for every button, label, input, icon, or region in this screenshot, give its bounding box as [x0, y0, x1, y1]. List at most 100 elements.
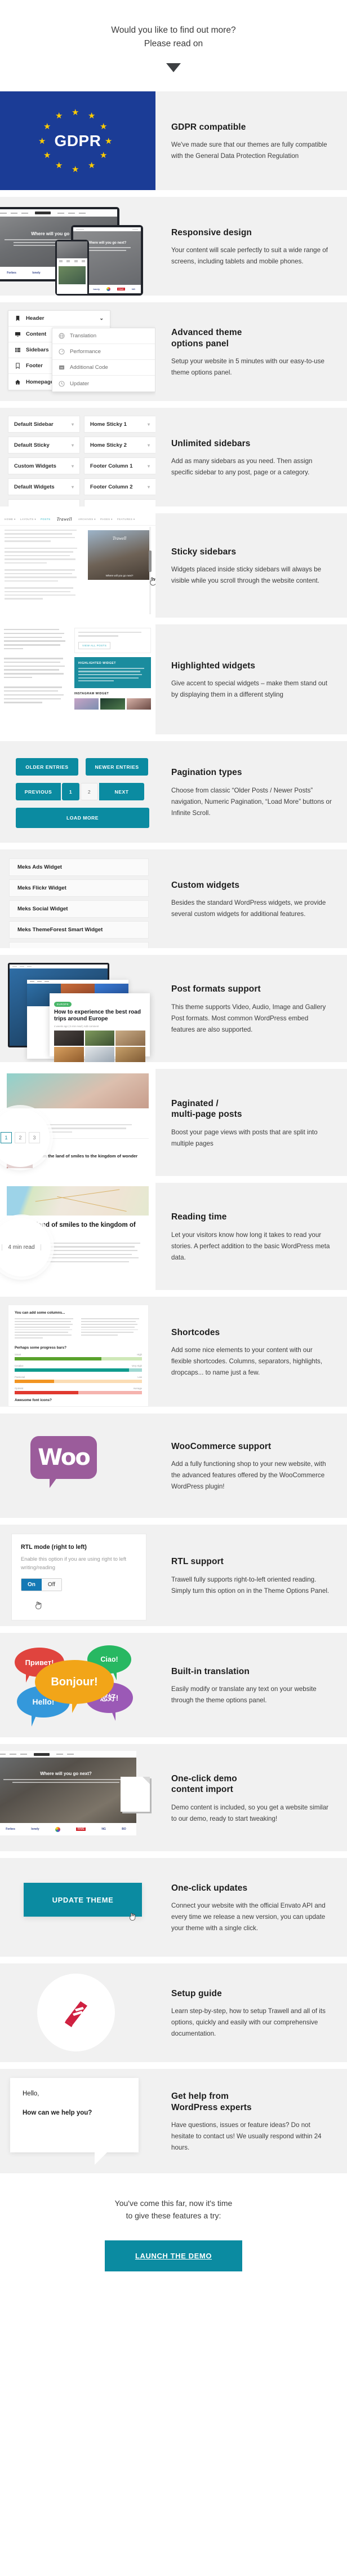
feature-desc: Boost your page views with posts that ar…	[171, 1128, 318, 1147]
sidebar-select[interactable]: Home Sticky 1 ▾	[84, 416, 155, 433]
svg-text:css: css	[60, 367, 64, 369]
outro-block: You've come this far, now it's time to g…	[0, 2173, 347, 2304]
update-theme-button[interactable]: UPDATE THEME	[24, 1883, 142, 1917]
feature-title: Built-in translation	[171, 1666, 250, 1676]
page-2-button[interactable]: 2	[15, 1132, 26, 1144]
feature-desc: Choose from classic “Older Posts / Newer…	[171, 786, 332, 817]
chevron-down-icon: ▾	[147, 484, 150, 490]
sidebar-label: Home Sticky 1	[90, 421, 127, 428]
feature-desc: Demo content is included, so you get a w…	[171, 1803, 329, 1822]
sidebar-select[interactable]: Default Sticky ▾	[8, 437, 80, 454]
feature-pagination-types: OLDER ENTRIES NEWER ENTRIES PREVIOUS 1 2…	[0, 741, 347, 843]
post-pagination: 1 2 3	[1, 1132, 40, 1144]
feature-desc: Trawell fully supports right-to-left ori…	[171, 1575, 330, 1595]
rtl-visual: RTL mode (right to left) Enable this opt…	[0, 1525, 155, 1627]
post-card-front: EUROPE How to experience the best road t…	[50, 993, 150, 1063]
feature-rtl-support: RTL mode (right to left) Enable this opt…	[0, 1525, 347, 1627]
rtl-text: RTL support Trawell fully supports right…	[155, 1525, 347, 1626]
paginated-posts-visual: RELATED POSTS ASIAFrom the land of smile…	[0, 1069, 155, 1177]
intro-line-1: Would you like to find out more?	[111, 25, 236, 35]
intro-line-2: Please read on	[144, 39, 203, 49]
older-entries-button[interactable]: OLDER ENTRIES	[16, 758, 78, 776]
submenu-item-translation[interactable]: Translation	[52, 328, 155, 345]
sidebar-label: Default Sticky	[14, 442, 50, 448]
feature-desc: Add a fully functioning shop to your new…	[171, 1460, 326, 1491]
page-1-button[interactable]: 1	[62, 783, 79, 801]
sidebar-label: Home Sticky 2	[90, 442, 127, 448]
shortcodes-text: Shortcodes Add some nice elements to you…	[155, 1297, 347, 1407]
updates-text: One-click updates Connect your website w…	[155, 1858, 347, 1957]
book-icon	[65, 2001, 87, 2028]
toggle-on-option[interactable]: On	[21, 1579, 42, 1591]
widget-list-item[interactable]: Meks Flickr Widget	[9, 879, 149, 897]
feature-desc: We've made sure that our themes are full…	[171, 141, 327, 160]
instagram-widget-title: INSTAGRAM WIDGET	[74, 692, 109, 695]
rtl-option-title: RTL mode (right to left)	[21, 1544, 87, 1551]
sidebar-select[interactable]	[84, 499, 155, 507]
submenu-item-updater[interactable]: Updater	[52, 376, 155, 391]
theme-options-submenu[interactable]: Translation Performance css Additional C…	[52, 328, 155, 393]
demo-import-text: One-click demo content import Demo conte…	[155, 1744, 347, 1851]
chevron-down-icon: ▾	[147, 463, 150, 469]
nav-active[interactable]: POSTS	[41, 518, 51, 521]
page-3-button[interactable]: 3	[29, 1132, 40, 1144]
menu-label: Footer	[26, 363, 43, 369]
feature-gdpr: ★ ★ ★ ★ ★ ★ ★ ★ ★ ★ ★ ★ GDPR GDPR compat…	[0, 91, 347, 191]
next-button[interactable]: NEXT	[99, 783, 144, 801]
widget-list-item[interactable]: Meks Social Widget	[9, 900, 149, 918]
chat-greeting: Hello,	[23, 2090, 39, 2098]
hero-headline: Where will you go next?	[40, 1771, 92, 1777]
feature-desc: Add some nice elements to your content w…	[171, 1346, 323, 1377]
sidebar-select[interactable]: Footer Column 1 ▾	[84, 457, 155, 475]
feature-desc: Add as many sidebars as you need. Then a…	[171, 457, 313, 477]
sidebar-select[interactable]	[8, 499, 80, 507]
feature-shortcodes: You can add some columns... Perhaps some…	[0, 1297, 347, 1407]
sidebar-select-grid: Default Sidebar ▾ Home Sticky 1 ▾ Default …	[8, 416, 155, 507]
hand-pointer-icon	[35, 1601, 42, 1609]
rtl-option-desc: Enable this option if you are using righ…	[21, 1556, 127, 1570]
css-icon: css	[59, 365, 65, 370]
gdpr-text: GDPR compatible We've made sure that our…	[155, 91, 347, 190]
feature-title: Setup guide	[171, 1988, 222, 1998]
feature-showcase-page: Would you like to find out more? Please …	[0, 0, 347, 2304]
post-meta: 4 weeks ago | 5 min read | Add comment	[54, 1025, 99, 1028]
highlighted-widgets-visual: VIEW ALL POSTS HIGHLIGHTED WIDGET INSTAG…	[0, 624, 155, 735]
highlighted-widgets-text: Highlighted widgets Give accent to speci…	[155, 624, 347, 734]
eu-flag: ★ ★ ★ ★ ★ ★ ★ ★ ★ ★ ★ ★ GDPR	[0, 91, 155, 191]
rtl-toggle[interactable]: On Off	[21, 1578, 63, 1592]
widget-list-item[interactable]: Meks Ads Widget	[9, 858, 149, 877]
woocommerce-visual: Woo	[0, 1414, 155, 1518]
feature-advanced-theme-options-panel: Header ⌄ Content Sidebars Footer Homepag…	[0, 302, 347, 402]
launch-the-demo-button[interactable]: LAUNCH THE DEMO	[104, 2240, 243, 2271]
previous-button[interactable]: PREVIOUS	[16, 783, 61, 801]
star-icon: ★	[100, 122, 108, 132]
feature-one-click-demo-content-import: Where will you go next? Forbes lonely RIME…	[0, 1744, 347, 1852]
sidebar-select[interactable]: Default Widgets ▾	[8, 478, 80, 496]
page-1-button[interactable]: 1	[1, 1132, 12, 1144]
view-all-posts-button[interactable]: VIEW ALL POSTS	[78, 641, 111, 649]
feature-desc: This theme supports Video, Audio, Image …	[171, 1003, 326, 1033]
sidebar-select[interactable]: Custom Widgets ▾	[8, 457, 80, 475]
scrollbar-thumb[interactable]	[149, 551, 152, 573]
feature-desc: Have questions, issues or feature ideas?…	[171, 2121, 322, 2152]
columns-demo	[15, 1318, 142, 1340]
feature-reading-time: From the land of smiles to the kingdom o…	[0, 1183, 347, 1291]
sidebar-select[interactable]: Footer Column 2 ▾	[84, 478, 155, 496]
widget-list-item[interactable]: Meks ThemeForest Smart Widget	[9, 921, 149, 939]
feature-built-in-translation: Привет! Ciao! Bonjour! Hello! 您好! Built-…	[0, 1633, 347, 1738]
submenu-item-additional-code[interactable]: css Additional Code	[52, 360, 155, 376]
sidebar-select[interactable]: Home Sticky 2 ▾	[84, 437, 155, 454]
toggle-off-option[interactable]: Off	[41, 1579, 62, 1591]
sidebar-select[interactable]: Default Sidebar ▾	[8, 416, 80, 433]
widget-list-item[interactable]	[9, 942, 149, 949]
globe-icon	[59, 333, 65, 339]
menu-item-header[interactable]: Header ⌄	[8, 311, 110, 327]
page-2-button[interactable]: 2	[81, 783, 98, 801]
instagram-widget: INSTAGRAM WIDGET	[74, 692, 151, 710]
submenu-item-performance[interactable]: Performance	[52, 344, 155, 360]
progress-bar-row: Optimist Average	[15, 1387, 142, 1395]
load-more-button[interactable]: LOAD MORE	[16, 808, 149, 829]
submenu-label: Translation	[70, 333, 97, 340]
newer-entries-button[interactable]: NEWER ENTRIES	[86, 758, 148, 776]
star-icon: ★	[55, 161, 63, 171]
